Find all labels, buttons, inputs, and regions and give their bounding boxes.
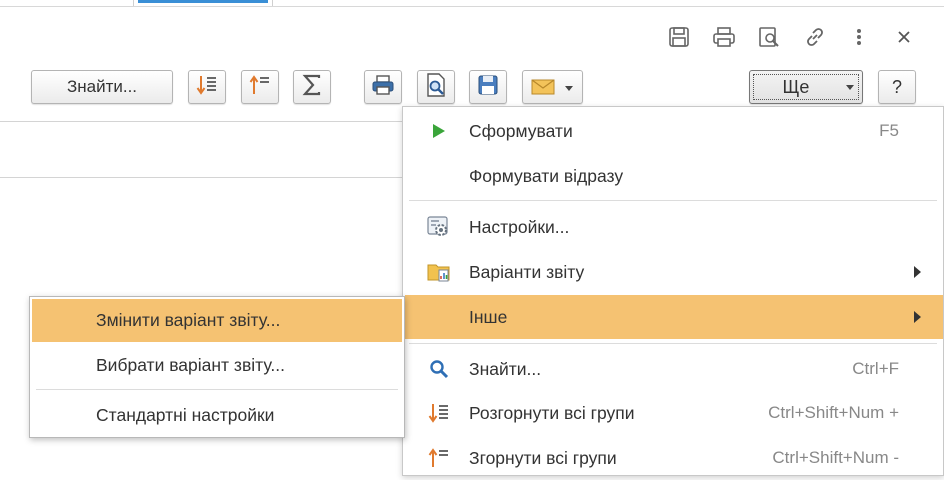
more-button[interactable]: Ще (749, 70, 863, 104)
menu-item-label: Згорнути всі групи (469, 447, 617, 468)
sigma-icon (302, 74, 322, 101)
chevron-down-icon (565, 86, 573, 91)
link-icon[interactable] (803, 25, 827, 49)
menu-item-collapse-all[interactable]: Згорнути всі групи Ctrl+Shift+Num - (403, 436, 943, 480)
collapse-groups-icon (249, 74, 271, 101)
chevron-right-icon (914, 266, 921, 278)
menu-item-find[interactable]: Знайти... Ctrl+F (403, 347, 943, 391)
menu-item-shortcut: F5 (879, 121, 899, 140)
tab-divider (272, 0, 273, 6)
play-icon (427, 119, 451, 143)
menu-separator (36, 389, 398, 390)
menu-item-shortcut: Ctrl+Shift+Num + (768, 403, 899, 422)
expand-groups-icon (196, 74, 218, 101)
envelope-icon (531, 78, 555, 101)
menu-item-label: Розгорнути всі групи (469, 402, 635, 423)
menu-item-label: Знайти... (469, 358, 542, 379)
menu-item-label: Настройки... (469, 216, 570, 237)
expand-groups-icon (427, 401, 451, 425)
search-icon (427, 357, 451, 381)
tab-strip (0, 0, 944, 7)
menu-item-label: Інше (469, 306, 508, 327)
menu-item-shortcut: Ctrl+Shift+Num - (772, 448, 899, 467)
menu-item-label: Сформувати (469, 120, 573, 141)
more-menu: Сформувати F5 Формувати відразу Настройк… (402, 106, 944, 476)
save-button[interactable] (469, 70, 507, 104)
menu-item-report-variants[interactable]: Варіанти звіту (403, 250, 943, 294)
menu-item-label: Формувати відразу (469, 165, 624, 186)
menu-separator (409, 343, 937, 344)
help-button[interactable]: ? (878, 70, 916, 104)
collapse-groups-icon (427, 446, 451, 470)
more-vertical-icon[interactable] (847, 25, 871, 49)
menu-item-label: Варіанти звіту (469, 261, 585, 282)
menu-item-settings[interactable]: Настройки... (403, 205, 943, 249)
menu-item-shortcut: Ctrl+F (852, 359, 899, 378)
sum-button[interactable] (293, 70, 331, 104)
tab-divider (133, 0, 134, 6)
chevron-right-icon (914, 311, 921, 323)
divider (0, 121, 402, 122)
submenu-item-label: Вибрати варіант звіту... (96, 355, 285, 375)
settings-icon (427, 215, 451, 239)
menu-separator (409, 200, 937, 201)
submenu-item-select-variant[interactable]: Вибрати варіант звіту... (32, 344, 402, 387)
print-button[interactable] (364, 70, 402, 104)
preview-button[interactable] (417, 70, 455, 104)
send-email-button[interactable] (522, 70, 583, 104)
preview-window-icon[interactable] (757, 25, 781, 49)
menu-item-generate-immediately[interactable]: Формувати відразу (403, 154, 943, 198)
chevron-down-icon (846, 85, 854, 90)
menu-item-generate[interactable]: Сформувати F5 (403, 109, 943, 153)
submenu-item-change-variant[interactable]: Змінити варіант звіту... (32, 299, 402, 342)
save-window-icon[interactable] (667, 25, 691, 49)
menu-item-expand-all[interactable]: Розгорнути всі групи Ctrl+Shift+Num + (403, 391, 943, 435)
floppy-disk-icon (478, 75, 498, 100)
submenu-item-label: Змінити варіант звіту... (96, 310, 281, 330)
print-preview-icon (425, 72, 447, 102)
submenu-item-standard-settings[interactable]: Стандартні настройки (32, 394, 402, 437)
close-icon[interactable] (892, 25, 916, 49)
collapse-all-button[interactable] (241, 70, 279, 104)
divider (0, 177, 402, 178)
submenu-item-label: Стандартні настройки (96, 405, 275, 425)
active-tab-indicator[interactable] (138, 0, 268, 3)
printer-icon (371, 74, 395, 101)
print-window-icon[interactable] (712, 25, 736, 49)
expand-all-button[interactable] (188, 70, 226, 104)
find-button[interactable]: Знайти... (31, 70, 173, 104)
menu-item-other[interactable]: Інше (405, 295, 943, 339)
report-variants-icon (427, 260, 451, 284)
other-submenu: Змінити варіант звіту... Вибрати варіант… (29, 296, 405, 438)
more-button-label: Ще (782, 76, 810, 97)
